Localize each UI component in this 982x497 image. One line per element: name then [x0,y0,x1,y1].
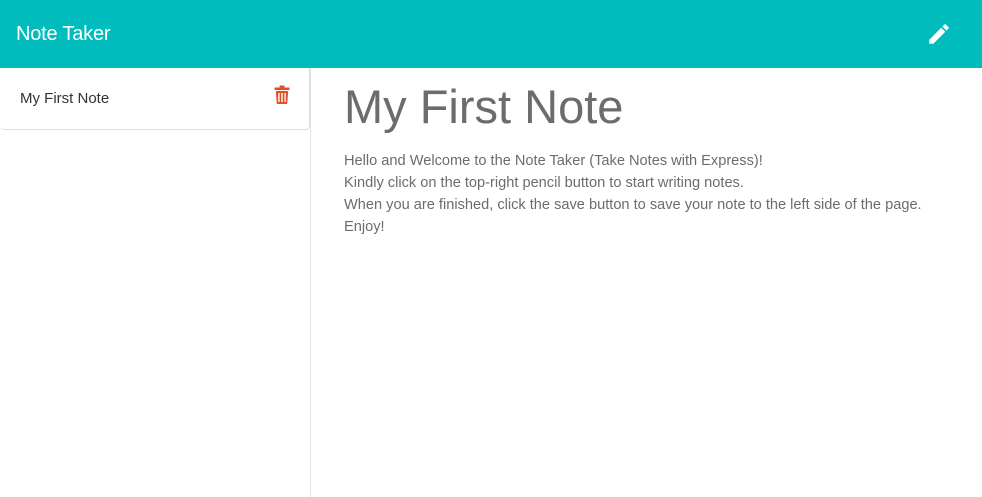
delete-note-button[interactable] [273,85,291,105]
notes-sidebar: My First Note [0,68,311,497]
trash-icon [274,85,290,104]
note-editor: My First Note Hello and Welcome to the N… [312,68,982,497]
note-title[interactable]: My First Note [344,80,950,134]
note-body[interactable]: Hello and Welcome to the Note Taker (Tak… [344,150,950,238]
note-list-item-title[interactable]: My First Note [20,90,109,107]
brand-title[interactable]: Note Taker [16,23,111,46]
note-list-item[interactable]: My First Note [0,68,310,130]
new-note-button[interactable] [924,19,954,49]
navbar: Note Taker [0,0,982,68]
pencil-icon [929,24,949,44]
